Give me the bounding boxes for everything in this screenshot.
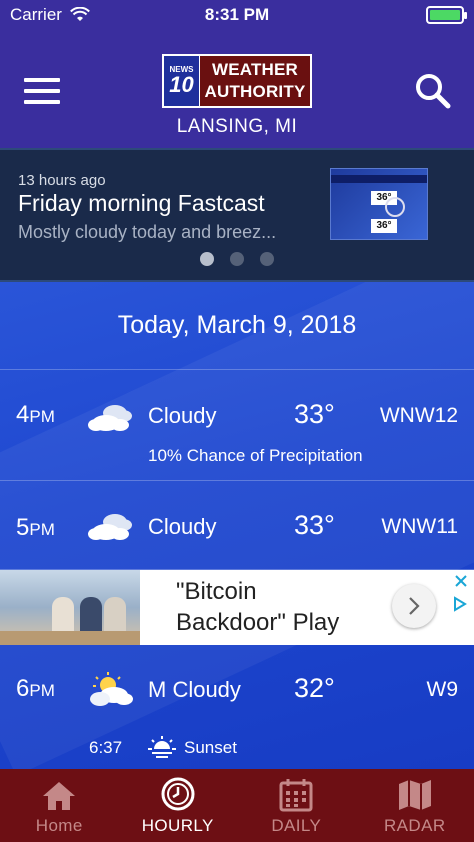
tab-home-label: Home [35, 816, 83, 835]
carousel-dot-3[interactable] [260, 252, 274, 266]
ad-banner[interactable]: "Bitcoin Backdoor" Play [0, 570, 474, 645]
carrier-label: Carrier [10, 5, 62, 24]
hour-row-5pm[interactable]: 5PM Cloudy 33° WNW11 [0, 482, 474, 570]
search-icon[interactable] [414, 72, 452, 110]
carousel-dot-2[interactable] [230, 252, 244, 266]
ad-open-button[interactable] [392, 584, 436, 628]
status-left: Carrier [10, 5, 90, 25]
hour-temperature: 32° [294, 673, 335, 703]
thumb-temp-2: 36° [371, 219, 397, 233]
hour-wind: W9 [426, 678, 459, 701]
tab-hourly-label: HOURLY [141, 816, 214, 835]
tab-radar[interactable]: RADAR [356, 769, 474, 842]
sunset-label: Sunset [184, 738, 237, 757]
hour-time: 4PM [16, 401, 55, 428]
logo-line-1: WEATHER [211, 60, 299, 79]
hour-temperature: 33° [294, 399, 335, 429]
tab-home[interactable]: Home [0, 769, 119, 842]
logo-text: WEATHER AUTHORITY [200, 59, 310, 103]
tab-radar-label: RADAR [383, 816, 446, 835]
clock-icon [161, 777, 195, 811]
hourly-forecast: Today, March 9, 2018 4PM Cloudy 33° WNW1… [0, 282, 474, 769]
hour-precipitation: 10% Chance of Precipitation [148, 446, 363, 465]
logo-badge-number: 10 [169, 72, 194, 97]
chevron-right-icon [409, 597, 420, 615]
hour-wind: WNW12 [379, 404, 458, 427]
video-thumbnail[interactable]: 36° 36° [330, 168, 428, 240]
tab-daily[interactable]: DAILY [237, 769, 356, 842]
hour-temperature: 33° [294, 510, 335, 540]
cloudy-icon [88, 514, 132, 540]
logo-badge: NEWS 10 [164, 56, 200, 106]
ad-close-icon[interactable] [454, 574, 468, 588]
ad-image[interactable] [0, 570, 140, 645]
ad-choices-icon[interactable] [452, 596, 468, 612]
hour-row-4pm[interactable]: 4PM Cloudy 33° WNW12 10% Chance of Preci… [0, 371, 474, 481]
carousel-dot-1[interactable] [200, 252, 214, 266]
menu-button[interactable] [24, 78, 60, 104]
tab-hourly[interactable]: HOURLY [119, 769, 238, 842]
hour-condition: Cloudy [148, 403, 217, 428]
video-card[interactable]: 13 hours ago Friday morning Fastcast Mos… [0, 148, 474, 282]
wifi-icon [70, 7, 90, 21]
play-icon [385, 197, 405, 217]
forecast-date: Today, March 9, 2018 [0, 282, 474, 370]
calendar-icon [279, 779, 313, 812]
ad-headline[interactable]: "Bitcoin Backdoor" Play [176, 576, 339, 638]
tab-daily-label: DAILY [271, 816, 322, 835]
app-header: NEWS 10 WEATHER AUTHORITY LANSING, MI [0, 30, 474, 148]
carousel-dots [0, 252, 474, 266]
home-icon [43, 782, 76, 810]
video-title: Friday morning Fastcast [18, 190, 265, 216]
ad-headline-line-2: Backdoor" Play [176, 609, 340, 636]
hour-condition: M Cloudy [148, 677, 241, 702]
video-age: 13 hours ago [18, 172, 106, 189]
location-label[interactable]: LANSING, MI [0, 116, 474, 138]
ad-headline-line-1: "Bitcoin [176, 578, 257, 605]
hour-row-6pm[interactable]: 6PM M Cloudy 32° W9 6:37 Sunset [0, 645, 474, 769]
hour-wind: WNW11 [381, 515, 458, 538]
tab-bar: Home HOURLY DAILY RADAR [0, 769, 474, 842]
hour-condition: Cloudy [148, 514, 217, 539]
map-icon [398, 780, 431, 810]
hour-time: 5PM [16, 514, 55, 541]
sunset-time: 6:37 [89, 738, 123, 757]
app-logo: NEWS 10 WEATHER AUTHORITY [162, 54, 312, 108]
battery-icon [426, 6, 467, 24]
mostly-cloudy-icon [90, 672, 133, 706]
cloudy-icon [88, 405, 132, 431]
status-bar: Carrier 8:31 PM [0, 0, 474, 30]
logo-line-2: AUTHORITY [204, 82, 306, 101]
hour-time: 6PM [16, 675, 55, 702]
video-description: Mostly cloudy today and breez... [18, 222, 277, 242]
sunset-icon [148, 736, 176, 758]
